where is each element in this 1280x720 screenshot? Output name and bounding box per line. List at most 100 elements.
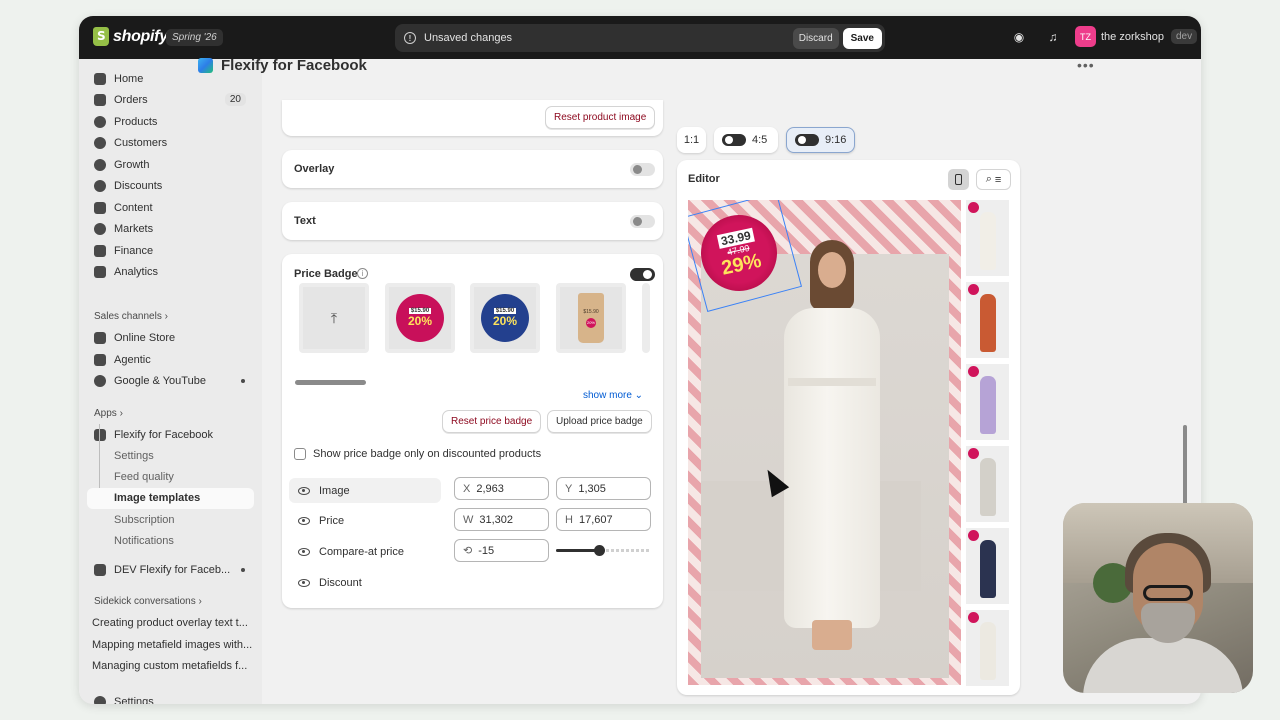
sidebar-sub-notifications[interactable]: Notifications [114, 535, 174, 547]
store-menu[interactable]: TZ the zorkshop dev [1075, 26, 1198, 47]
conversation-item[interactable]: Creating product overlay text t... [92, 617, 254, 629]
layer-compare-at-price[interactable]: Compare-at price [289, 539, 441, 564]
page-scrollbar[interactable] [1183, 425, 1187, 505]
reset-product-image-button[interactable]: Reset product image [545, 106, 656, 129]
sidebar-item-orders[interactable]: Orders 20 [87, 89, 254, 110]
mobile-preview-button[interactable] [948, 169, 969, 190]
ratio-9-16[interactable]: 9:16 [786, 127, 855, 153]
store-name: the zorkshop [1101, 30, 1164, 43]
badge-option-tag[interactable]: $15.90 20% [556, 283, 626, 353]
price-badge-toggle[interactable] [630, 268, 655, 281]
shopify-logo[interactable]: shopify [93, 27, 168, 46]
badge-option-partial[interactable] [642, 283, 650, 353]
rotate-icon: ⟲ [463, 545, 473, 557]
sidebar-item-customers[interactable]: Customers [87, 132, 254, 153]
x-field[interactable]: X 2,963 [454, 477, 549, 500]
sidebar-item-flexify[interactable]: Flexify for Facebook [87, 424, 254, 445]
product-thumb[interactable] [966, 200, 1009, 276]
sidebar-item-settings[interactable]: Settings [87, 691, 254, 704]
eye-icon[interactable] [298, 516, 310, 525]
ratio-label: 9:16 [825, 134, 847, 146]
upload-badge-thumb[interactable]: ⤒ [299, 283, 369, 353]
sales-channels-header[interactable]: Sales channels › [94, 311, 168, 322]
badge-option-blue[interactable]: $15.90 20% [470, 283, 540, 353]
eye-icon[interactable] [298, 486, 310, 495]
badge-discount: 29% [719, 249, 764, 280]
top-bar: shopify Spring '26 ! Unsaved changes Dis… [79, 16, 1201, 59]
sidebar-item-agentic[interactable]: Agentic [87, 349, 254, 370]
bell-icon[interactable]: ♫ [1046, 30, 1060, 44]
editor-canvas[interactable]: 33.99 47.99 29% [688, 200, 961, 685]
sidebar-sub-settings[interactable]: Settings [114, 450, 154, 462]
rotation-slider-knob[interactable] [594, 545, 605, 556]
globe-icon [94, 222, 106, 235]
tag-price: $15.90 [583, 308, 599, 315]
burst-badge: $15.90 20% [481, 294, 529, 342]
mini-dress [980, 376, 996, 434]
sidebar-item-markets[interactable]: Markets [87, 218, 254, 239]
product-thumb[interactable] [966, 282, 1009, 358]
upload-price-badge-button[interactable]: Upload price badge [547, 410, 652, 433]
more-actions-icon[interactable]: ••• [1077, 57, 1095, 73]
eye-icon[interactable] [298, 578, 310, 587]
badge-scrollbar[interactable] [295, 380, 366, 385]
sidebar-item-dev-flexify[interactable]: DEV Flexify for Faceb... [87, 559, 254, 580]
field-prefix: Y [565, 482, 573, 495]
h-field[interactable]: H 17,607 [556, 508, 651, 531]
text-toggle[interactable] [630, 215, 655, 228]
layer-discount[interactable]: Discount [289, 570, 441, 595]
sidebar-sub-subscription[interactable]: Subscription [114, 514, 175, 526]
layer-price[interactable]: Price [289, 508, 441, 533]
mini-dress [980, 294, 996, 352]
rotation-field[interactable]: ⟲ -15 [454, 539, 549, 562]
sidebar-item-products[interactable]: Products [87, 111, 254, 132]
layer-image[interactable]: Image [289, 478, 441, 503]
show-more-link[interactable]: show more ⌄ [583, 390, 643, 401]
home-icon [94, 72, 106, 85]
sidebar-item-growth[interactable]: Growth [87, 154, 254, 175]
webcam-beard [1141, 603, 1195, 643]
discount-icon [94, 179, 106, 192]
sidebar-item-google[interactable]: Google & YouTube [87, 370, 254, 391]
sidebar-item-finance[interactable]: Finance [87, 240, 254, 261]
sidebar-sub-image-templates[interactable]: Image templates [87, 488, 254, 509]
model-legs [812, 620, 852, 650]
ratio-1-1[interactable]: 1:1 [677, 127, 706, 153]
reset-price-badge-button[interactable]: Reset price badge [442, 410, 542, 433]
product-thumb[interactable] [966, 610, 1009, 686]
info-icon[interactable]: i [357, 268, 368, 279]
product-thumb[interactable] [966, 364, 1009, 440]
badge-option-red[interactable]: $15.90 20% [385, 283, 455, 353]
conversation-item[interactable]: Managing custom metafields f... [92, 660, 254, 672]
sidebar-item-online-store[interactable]: Online Store [87, 327, 254, 348]
store-avatar: TZ [1075, 26, 1096, 47]
model-face [818, 252, 846, 288]
overlay-toggle[interactable] [630, 163, 655, 176]
w-field[interactable]: W 31,302 [454, 508, 549, 531]
sidebar-item-discounts[interactable]: Discounts [87, 175, 254, 196]
section-label: Sidekick conversations [94, 596, 196, 607]
sidebar-item-content[interactable]: Content [87, 197, 254, 218]
sidekick-header[interactable]: Sidekick conversations › [94, 596, 202, 607]
nav-label: Flexify for Facebook [114, 428, 214, 441]
discard-button[interactable]: Discard [792, 27, 839, 49]
ratio-4-5[interactable]: 4:5 [714, 127, 778, 153]
product-thumb[interactable] [966, 446, 1009, 522]
apps-header[interactable]: Apps › [94, 408, 123, 419]
sidebar-item-analytics[interactable]: Analytics [87, 261, 254, 282]
sidekick-icon[interactable]: ◉ [1012, 30, 1026, 44]
conversation-item[interactable]: Mapping metafield images with... [92, 639, 254, 651]
nav-label: Finance [114, 244, 154, 257]
search-filter-button[interactable]: ⌕ ≡ [976, 169, 1011, 190]
y-field[interactable]: Y 1,305 [556, 477, 651, 500]
sidebar-sub-feed-quality[interactable]: Feed quality [114, 471, 174, 483]
discount-only-checkbox[interactable] [294, 448, 306, 460]
product-thumb[interactable] [966, 528, 1009, 604]
flexify-app-icon [94, 428, 106, 441]
person-icon [94, 136, 106, 149]
badge-preview: $15.90 20% [474, 287, 536, 349]
flexify-logo-icon [198, 58, 213, 73]
season-badge: Spring '26 [166, 29, 223, 46]
eye-icon[interactable] [298, 547, 310, 556]
save-button[interactable]: Save [842, 27, 882, 49]
